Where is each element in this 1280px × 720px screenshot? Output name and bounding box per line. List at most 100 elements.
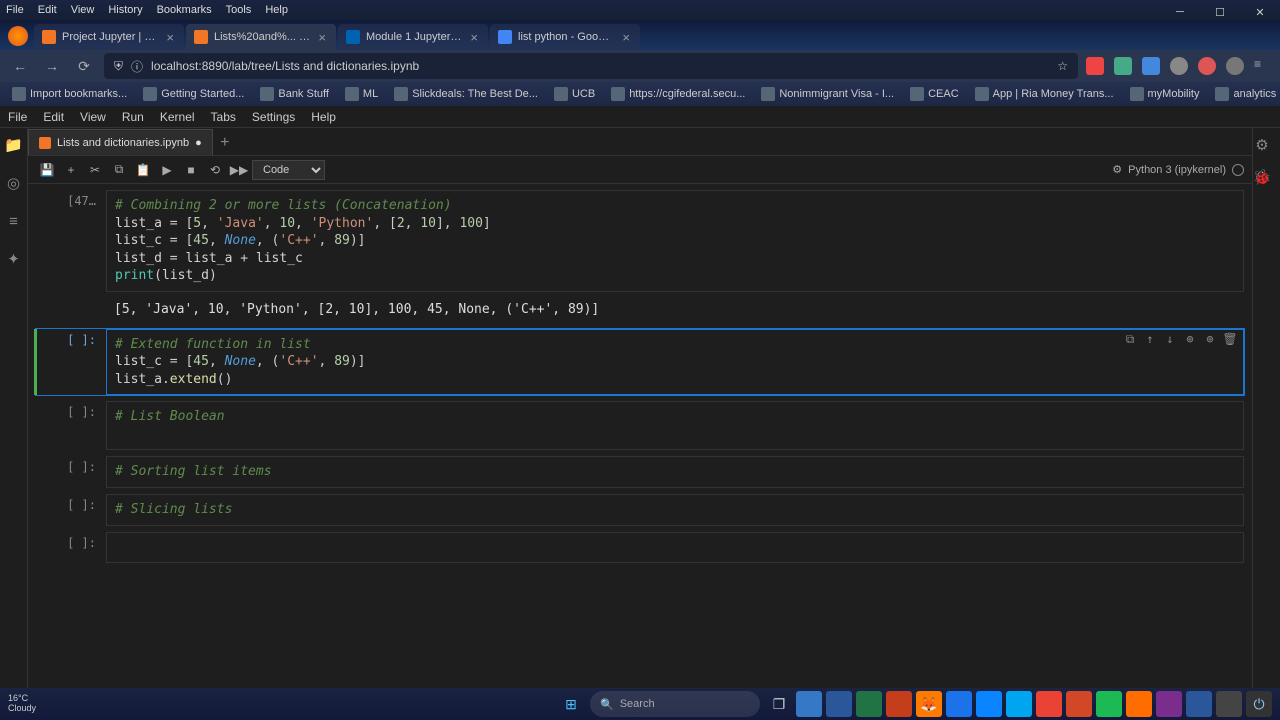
jp-menu-file[interactable]: File [8,110,27,124]
running-icon[interactable]: ◎ [5,174,23,192]
jp-menu-kernel[interactable]: Kernel [160,110,195,124]
duplicate-icon[interactable]: ⧉ [1123,332,1137,346]
ext-icon[interactable] [1114,57,1132,75]
code-cell[interactable]: [47…# Combining 2 or more lists (Concate… [36,190,1244,292]
jp-menu-help[interactable]: Help [311,110,336,124]
menu-edit[interactable]: Edit [38,4,57,16]
taskbar-app[interactable]: ⏻ [1246,691,1272,717]
close-tab-icon[interactable]: × [620,30,632,45]
bookmark-item[interactable]: myMobility [1124,85,1206,103]
move-up-icon[interactable]: ↑ [1143,332,1157,346]
menu-view[interactable]: View [71,4,95,16]
bookmark-item[interactable]: https://cgifederal.secu... [605,85,751,103]
cell-editor[interactable]: # Extend function in listlist_c = [45, N… [106,329,1244,396]
menu-tools[interactable]: Tools [226,4,252,16]
stop-button[interactable]: ■ [180,159,202,181]
taskbar-app[interactable] [856,691,882,717]
taskbar-app[interactable] [1186,691,1212,717]
paste-button[interactable]: 📋 [132,159,154,181]
notebook-body[interactable]: [47…# Combining 2 or more lists (Concate… [28,184,1252,688]
taskbar-app[interactable]: 🦊 [916,691,942,717]
hamburger-icon[interactable]: ≡ [1254,57,1272,75]
bookmark-item[interactable]: analytics [1209,85,1280,103]
cell-editor[interactable]: # Combining 2 or more lists (Concatenati… [106,190,1244,292]
menu-help[interactable]: Help [265,4,288,16]
bookmark-item[interactable]: App | Ria Money Trans... [969,85,1120,103]
cell-type-select[interactable]: Code [252,160,325,180]
delete-cell-icon[interactable]: 🗑 [1223,332,1237,346]
bookmark-item[interactable]: Import bookmarks... [6,85,133,103]
taskbar-app[interactable] [1006,691,1032,717]
restart-button[interactable]: ⟲ [204,159,226,181]
jp-menu-edit[interactable]: Edit [43,110,64,124]
forward-button[interactable]: → [40,54,64,78]
start-button[interactable]: ⊞ [558,691,584,717]
bookmark-item[interactable]: CEAC [904,85,965,103]
new-tab-button[interactable]: + [213,131,237,155]
code-cell[interactable]: [ ]: [36,532,1244,564]
fast-forward-button[interactable]: ▶▶ [228,159,250,181]
insert-above-icon[interactable]: ⊕ [1183,332,1197,346]
close-tab-icon[interactable]: × [468,30,480,45]
taskbar-app[interactable] [1036,691,1062,717]
taskbar-app[interactable] [976,691,1002,717]
bookmark-item[interactable]: Bank Stuff [254,85,335,103]
task-view-icon[interactable]: ❐ [766,691,792,717]
jp-menu-run[interactable]: Run [122,110,144,124]
cell-editor[interactable] [106,532,1244,564]
taskbar-app[interactable] [796,691,822,717]
close-tab-icon[interactable]: × [164,30,176,45]
taskbar-search[interactable]: 🔍 Search [590,691,760,717]
ext-icon[interactable] [1198,57,1216,75]
code-cell[interactable]: [ ]:# Sorting list items [36,456,1244,488]
property-inspector-icon[interactable]: ⚙ [1253,136,1271,154]
jp-menu-tabs[interactable]: Tabs [211,110,236,124]
jp-menu-view[interactable]: View [80,110,106,124]
folder-icon[interactable]: 📁 [5,136,23,154]
code-cell[interactable]: [ ]:# Extend function in listlist_c = [4… [36,329,1244,396]
bookmark-item[interactable]: Getting Started... [137,85,250,103]
window-minimize-icon[interactable]: ─ [1160,2,1200,22]
notebook-tab[interactable]: Lists and dictionaries.ipynb ● [28,129,213,155]
taskbar-app[interactable] [1156,691,1182,717]
cell-editor[interactable]: # Slicing lists [106,494,1244,526]
weather-widget[interactable]: 16°C Cloudy [8,694,36,714]
ext-icon[interactable] [1226,57,1244,75]
window-close-icon[interactable]: ✕ [1240,2,1280,22]
taskbar-app[interactable] [826,691,852,717]
save-button[interactable]: 💾 [36,159,58,181]
cell-editor[interactable]: # List Boolean [106,401,1244,450]
debugger-icon[interactable]: 🐞 [1253,168,1271,186]
ext-icon[interactable] [1170,57,1188,75]
menu-file[interactable]: File [6,4,24,16]
taskbar-app[interactable] [1066,691,1092,717]
cut-button[interactable]: ✂ [84,159,106,181]
bookmark-item[interactable]: UCB [548,85,601,103]
back-button[interactable]: ← [8,54,32,78]
cell-editor[interactable]: # Sorting list items [106,456,1244,488]
code-cell[interactable]: [ ]:# List Boolean [36,401,1244,450]
menu-bookmarks[interactable]: Bookmarks [157,4,212,16]
browser-tab[interactable]: list python - Google Search× [490,24,640,50]
copy-button[interactable]: ⧉ [108,159,130,181]
taskbar-app[interactable] [1216,691,1242,717]
url-input[interactable]: ⛨ ⓘ localhost:8890/lab/tree/Lists and di… [104,53,1078,79]
run-button[interactable]: ▶ [156,159,178,181]
insert-below-icon[interactable]: ⊕ [1203,332,1217,346]
taskbar-app[interactable] [886,691,912,717]
extension-icon[interactable]: ✦ [5,250,23,268]
taskbar-app[interactable] [1126,691,1152,717]
reload-button[interactable]: ⟳ [72,54,96,78]
move-down-icon[interactable]: ↓ [1163,332,1177,346]
menu-history[interactable]: History [108,4,142,16]
notebook-trusted-icon[interactable]: ⚙ [1112,163,1122,176]
browser-tab[interactable]: Module 1 Jupyter Notebooks× [338,24,488,50]
code-cell[interactable]: [ ]:# Slicing lists [36,494,1244,526]
close-tab-icon[interactable]: × [316,30,328,45]
bookmark-star-icon[interactable]: ☆ [1057,59,1068,73]
taskbar-app[interactable] [946,691,972,717]
browser-tab[interactable]: Project Jupyter | Home× [34,24,184,50]
ext-icon[interactable] [1142,57,1160,75]
ext-icon[interactable] [1086,57,1104,75]
kernel-name[interactable]: Python 3 (ipykernel) [1128,164,1226,176]
